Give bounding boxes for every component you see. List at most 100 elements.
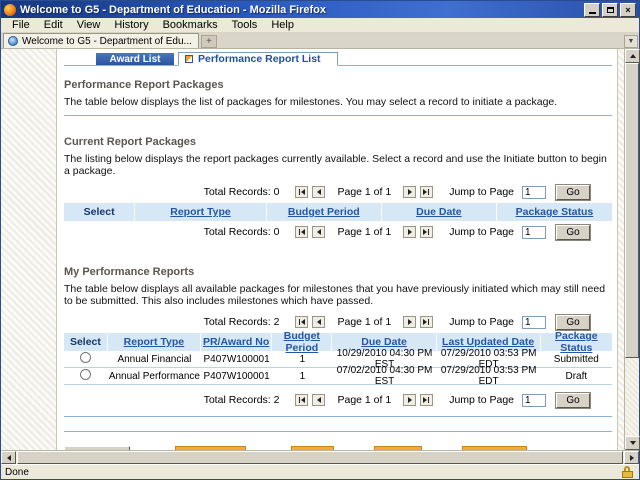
horizontal-scrollbar[interactable] [1, 450, 639, 464]
jump-to-page-label: Jump to Page [449, 316, 514, 328]
pagination-myreports-top: Total Records: 2 Page 1 of 1 Jump to Pag… [64, 314, 612, 330]
col-report-type[interactable]: Report Type [135, 203, 267, 221]
scroll-up-button[interactable] [625, 49, 640, 63]
jump-to-page-input[interactable] [522, 186, 546, 199]
menu-tools[interactable]: Tools [225, 19, 265, 31]
browser-window: Welcome to G5 - Department of Education … [0, 0, 640, 480]
status-bar: Done [1, 464, 639, 479]
first-page-button[interactable] [295, 186, 308, 198]
col-budget-period[interactable]: Budget Period [272, 333, 332, 351]
current-report-packages-heading: Current Report Packages [64, 136, 612, 148]
unsubmit-button[interactable]: Unsubmit [462, 446, 526, 450]
cell-report-type: Annual Financial [108, 354, 201, 365]
prev-page-button[interactable] [312, 394, 325, 406]
up-arrow-icon [630, 54, 636, 58]
col-pr-award-no[interactable]: PR/Award No [201, 333, 272, 351]
left-arrow-icon [7, 455, 11, 461]
pagination-myreports-bottom: Total Records: 2 Page 1 of 1 Jump to Pag… [64, 392, 612, 408]
col-report-type[interactable]: Report Type [108, 333, 201, 351]
first-page-button[interactable] [295, 226, 308, 238]
col-select: Select [64, 203, 135, 221]
go-button[interactable]: Go [556, 315, 590, 330]
page-viewport: Award List Performance Report List Perfo… [1, 49, 639, 450]
copy-button[interactable]: Copy [291, 446, 334, 450]
menu-view[interactable]: View [70, 19, 108, 31]
go-button[interactable]: Go [556, 225, 590, 240]
cell-budget-period: 1 [272, 354, 332, 365]
row-select-radio[interactable] [80, 369, 91, 380]
total-records: Total Records: 0 [204, 226, 280, 238]
scroll-right-button[interactable] [624, 451, 639, 464]
prev-page-button[interactable] [312, 226, 325, 238]
menu-file[interactable]: File [5, 19, 37, 31]
menu-help[interactable]: Help [264, 19, 301, 31]
tab-list-dropdown-button[interactable]: ▼ [624, 35, 638, 48]
page-content: Award List Performance Report List Perfo… [64, 49, 612, 450]
scroll-left-button[interactable] [1, 451, 16, 464]
jump-to-page-input[interactable] [522, 316, 546, 329]
table-row: Annual Performance P407W100001 1 07/02/2… [64, 368, 612, 385]
edit-report-button[interactable]: Edit Report [175, 446, 247, 450]
last-page-button[interactable] [420, 316, 433, 328]
title-bar: Welcome to G5 - Department of Education … [1, 1, 639, 18]
jump-to-page-input[interactable] [522, 226, 546, 239]
secure-lock-icon [622, 466, 633, 478]
go-button[interactable]: Go [556, 393, 590, 408]
jump-to-page-input[interactable] [522, 394, 546, 407]
delete-button[interactable]: Delete [374, 446, 422, 450]
col-package-status[interactable]: Package Status [541, 333, 612, 351]
prev-page-button[interactable] [312, 186, 325, 198]
next-page-button[interactable] [403, 186, 416, 198]
vertical-scroll-track[interactable] [625, 358, 639, 436]
vertical-scroll-thumb[interactable] [625, 63, 639, 358]
menu-edit[interactable]: Edit [37, 19, 70, 31]
restore-icon [607, 7, 614, 13]
cell-report-type: Annual Performance [108, 371, 201, 382]
last-page-button[interactable] [420, 394, 433, 406]
menu-bookmarks[interactable]: Bookmarks [156, 19, 225, 31]
close-button[interactable]: × [620, 3, 636, 17]
jump-to-page-label: Jump to Page [449, 226, 514, 238]
firefox-icon [4, 4, 16, 16]
row-select-radio[interactable] [80, 352, 91, 363]
next-page-button[interactable] [403, 226, 416, 238]
site-globe-icon [8, 36, 18, 46]
current-table-header: Select Report Type Budget Period Due Dat… [64, 203, 612, 221]
go-button[interactable]: Go [556, 185, 590, 200]
vertical-scrollbar[interactable] [624, 49, 639, 450]
menu-history[interactable]: History [107, 19, 155, 31]
first-page-button[interactable] [295, 316, 308, 328]
next-page-button[interactable] [403, 394, 416, 406]
first-page-icon [301, 189, 305, 195]
last-page-icon [423, 189, 427, 195]
new-tab-button[interactable]: + [201, 35, 217, 48]
col-budget-period[interactable]: Budget Period [267, 203, 382, 221]
right-arrow-icon [630, 455, 634, 461]
tab-performance-report-list[interactable]: Performance Report List [178, 52, 338, 66]
cell-budget-period: 1 [272, 371, 332, 382]
first-page-button[interactable] [295, 394, 308, 406]
restore-button[interactable] [602, 3, 618, 17]
horizontal-scroll-thumb[interactable] [17, 451, 623, 464]
my-performance-reports-description: The table below displays all available p… [64, 283, 612, 307]
last-page-button[interactable] [420, 186, 433, 198]
browser-tab[interactable]: Welcome to G5 - Department of Edu... [3, 33, 199, 48]
total-records-value: 0 [274, 186, 280, 198]
tab-award-list[interactable]: Award List [96, 53, 174, 65]
pagination-current-bottom: Total Records: 0 Page 1 of 1 Jump to Pag… [64, 224, 612, 240]
col-select: Select [64, 333, 108, 351]
page-indicator: Page 1 of 1 [337, 316, 391, 328]
minimize-button[interactable] [584, 3, 600, 17]
page-indicator: Page 1 of 1 [337, 394, 391, 406]
last-page-button[interactable] [420, 226, 433, 238]
scroll-down-button[interactable] [625, 436, 640, 450]
total-records-label: Total Records: [204, 186, 271, 198]
prev-page-button[interactable] [312, 316, 325, 328]
col-package-status[interactable]: Package Status [497, 203, 612, 221]
next-page-button[interactable] [403, 316, 416, 328]
right-margin-texture [617, 49, 624, 450]
previous-button[interactable]: < Previous [64, 446, 130, 450]
page-indicator: Page 1 of 1 [337, 226, 391, 238]
prev-page-icon [317, 189, 321, 195]
col-due-date[interactable]: Due Date [382, 203, 497, 221]
